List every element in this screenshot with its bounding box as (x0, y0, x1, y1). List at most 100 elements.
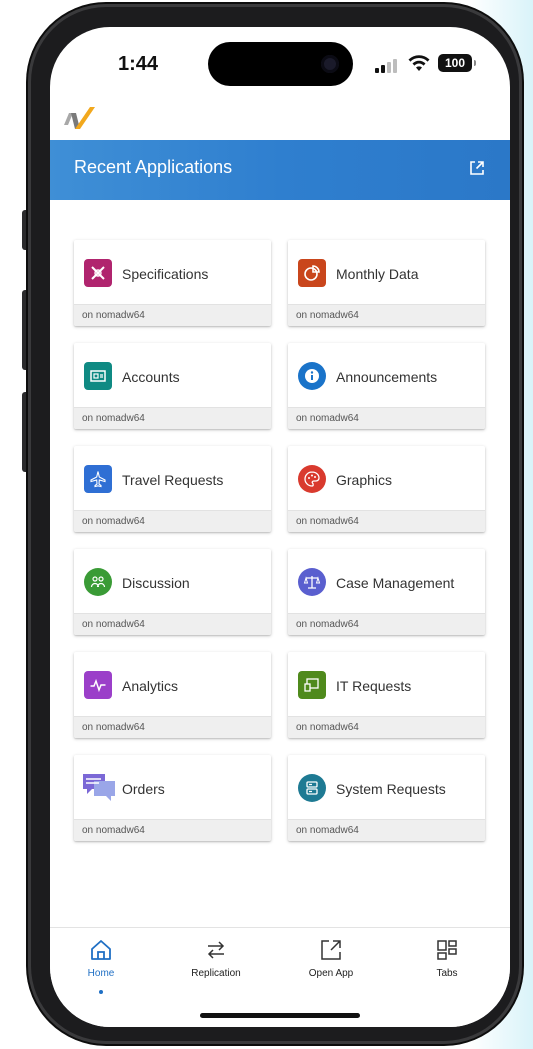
app-card-title: Monthly Data (336, 266, 419, 282)
tabs-icon (437, 940, 457, 960)
app-card-main[interactable]: Graphics (288, 446, 485, 510)
status-bar: 1:44 100 (50, 27, 510, 97)
app-card-footer: on nomadw64 (74, 304, 271, 326)
home-icon (91, 940, 111, 960)
app-screen: 1:44 100 Recent Applications Specificati… (50, 27, 510, 1027)
app-card-orders[interactable]: Orders on nomadw64 (74, 755, 271, 841)
app-card-discussion[interactable]: Discussion on nomadw64 (74, 549, 271, 635)
tab-tabs[interactable]: Tabs (402, 938, 492, 994)
scales-icon (298, 568, 326, 596)
cellular-signal-icon (375, 57, 401, 73)
replication-icon (207, 941, 225, 959)
app-card-title: IT Requests (336, 678, 412, 694)
app-card-accounts[interactable]: Accounts on nomadw64 (74, 343, 271, 429)
app-card-it-requests[interactable]: IT Requests on nomadw64 (288, 652, 485, 738)
battery-icon: 100 (438, 54, 476, 72)
tab-label: Open App (308, 968, 354, 979)
pulse-icon (84, 671, 112, 699)
app-card-server: on nomadw64 (82, 516, 145, 527)
app-card-graphics[interactable]: Graphics on nomadw64 (288, 446, 485, 532)
app-card-title: Analytics (122, 678, 179, 694)
app-card-main[interactable]: Specifications (74, 240, 271, 304)
tab-label: Home (87, 968, 115, 979)
app-card-title: Travel Requests (122, 472, 224, 488)
app-card-server: on nomadw64 (82, 825, 145, 836)
page-title: Recent Applications (74, 157, 233, 177)
app-card-main[interactable]: Monthly Data (288, 240, 485, 304)
app-card-title: Case Management (336, 575, 455, 591)
app-card-announcements[interactable]: Announcements on nomadw64 (288, 343, 485, 429)
wifi-icon (408, 55, 430, 71)
app-card-footer: on nomadw64 (74, 510, 271, 532)
app-card-server: on nomadw64 (82, 722, 145, 733)
app-card-server: on nomadw64 (296, 825, 359, 836)
device-stage: 1:44 100 Recent Applications Specificati… (0, 0, 533, 1049)
app-card-title: Discussion (122, 575, 190, 591)
app-card-title: Graphics (336, 472, 393, 488)
active-tab-indicator (99, 990, 103, 994)
app-card-footer: on nomadw64 (288, 510, 485, 532)
app-card-main[interactable]: Orders (74, 755, 271, 819)
app-card-footer: on nomadw64 (74, 819, 271, 841)
tab-open-app[interactable]: Open App (286, 938, 376, 994)
bottom-tab-bar: Home Replication Open App Tabs (50, 927, 510, 1027)
app-card-server: on nomadw64 (296, 413, 359, 424)
app-card-footer: on nomadw64 (288, 304, 485, 326)
status-time: 1:44 (118, 53, 159, 75)
specifications-icon (84, 259, 112, 287)
app-card-title: Specifications (122, 266, 209, 282)
app-card-case-management[interactable]: Case Management on nomadw64 (288, 549, 485, 635)
app-card-footer: on nomadw64 (288, 407, 485, 429)
tab-home[interactable]: Home (56, 938, 146, 994)
app-card-footer: on nomadw64 (74, 407, 271, 429)
app-card-server: on nomadw64 (82, 310, 145, 321)
app-card-specifications[interactable]: Specifications on nomadw64 (74, 240, 271, 326)
app-card-title: Announcements (336, 369, 438, 385)
app-card-server: on nomadw64 (82, 619, 145, 630)
app-card-main[interactable]: Announcements (288, 343, 485, 407)
server-icon (298, 774, 326, 802)
chat-bubbles-icon (82, 771, 116, 803)
tab-label: Tabs (436, 968, 458, 979)
app-card-main[interactable]: Case Management (288, 549, 485, 613)
app-card-footer: on nomadw64 (288, 716, 485, 738)
people-icon (84, 568, 112, 596)
app-card-server: on nomadw64 (296, 722, 359, 733)
home-indicator[interactable] (200, 1013, 360, 1018)
tab-replication[interactable]: Replication (171, 938, 261, 994)
app-card-main[interactable]: Discussion (74, 549, 271, 613)
app-card-footer: on nomadw64 (288, 613, 485, 635)
app-card-footer: on nomadw64 (288, 819, 485, 841)
palette-icon (298, 465, 326, 493)
airplane-icon (84, 465, 112, 493)
app-card-analytics[interactable]: Analytics on nomadw64 (74, 652, 271, 738)
app-logo-icon (64, 107, 95, 129)
app-card-server: on nomadw64 (296, 516, 359, 527)
front-camera (321, 55, 339, 73)
app-card-main[interactable]: Accounts (74, 343, 271, 407)
open-external-icon[interactable] (468, 159, 486, 177)
info-icon (298, 362, 326, 390)
app-card-footer: on nomadw64 (74, 716, 271, 738)
app-card-travel-requests[interactable]: Travel Requests on nomadw64 (74, 446, 271, 532)
pie-chart-icon (298, 259, 326, 287)
tab-label: Replication (191, 968, 241, 979)
app-card-title: Orders (122, 781, 165, 797)
app-card-monthly-data[interactable]: Monthly Data on nomadw64 (288, 240, 485, 326)
app-card-server: on nomadw64 (82, 413, 145, 424)
app-card-footer: on nomadw64 (74, 613, 271, 635)
app-card-title: Accounts (122, 369, 180, 385)
dynamic-island (208, 42, 353, 86)
app-card-server: on nomadw64 (296, 310, 359, 321)
monitor-icon (298, 671, 326, 699)
open-app-icon (321, 940, 341, 960)
app-card-main[interactable]: Travel Requests (74, 446, 271, 510)
app-card-main[interactable]: System Requests (288, 755, 485, 819)
accounts-icon (84, 362, 112, 390)
app-card-server: on nomadw64 (296, 619, 359, 630)
app-card-title: System Requests (336, 781, 446, 797)
app-card-system-requests[interactable]: System Requests on nomadw64 (288, 755, 485, 841)
recent-applications-header: Recent Applications (50, 140, 510, 200)
app-card-main[interactable]: Analytics (74, 652, 271, 716)
app-card-main[interactable]: IT Requests (288, 652, 485, 716)
